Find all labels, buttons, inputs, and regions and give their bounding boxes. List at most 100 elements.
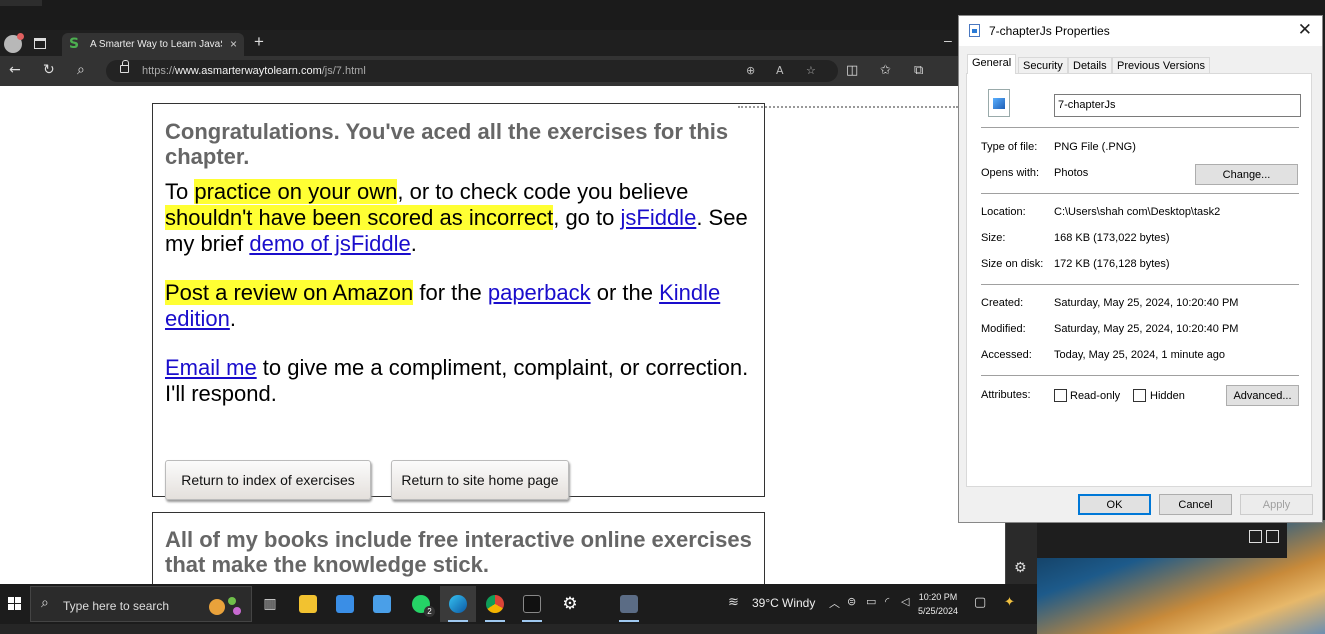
ok-button[interactable]: OK [1078, 494, 1151, 515]
site-favicon-icon: S [69, 36, 80, 52]
tab-details[interactable]: Details [1068, 57, 1112, 74]
dialog-titlebar[interactable]: 7-chapterJs Properties ✕ [959, 16, 1322, 46]
file-type-icon [969, 24, 980, 37]
divider [981, 127, 1299, 128]
location-value: C:\Users\shah com\Desktop\task2 [1054, 206, 1221, 218]
notification-icon[interactable]: ▢ [974, 595, 986, 610]
meet-now-icon[interactable]: ⊜ [847, 595, 856, 608]
copilot-icon[interactable]: ✦ [1004, 595, 1015, 610]
view-icons[interactable] [1249, 530, 1279, 548]
practice-paragraph: To practice on your own, or to check cod… [165, 179, 760, 257]
taskbar: ⌕ Type here to search ▥ 2 ⚙ ≋ 39°C Windy… [0, 584, 1037, 624]
task-view-icon[interactable]: ▥ [252, 586, 288, 622]
p2-text-a: for the [413, 280, 488, 305]
read-aloud-icon[interactable]: A [776, 64, 784, 77]
clock-date: 5/25/2024 [918, 606, 959, 616]
tab-bar: S A Smarter Way to Learn JavaScrip × + – [0, 30, 1037, 57]
collections-icon[interactable]: ⧉ [914, 63, 923, 78]
highlight-practice: practice on your own [194, 179, 398, 204]
chrome-icon[interactable] [477, 586, 513, 622]
edge-icon[interactable] [440, 586, 476, 622]
dialog-title: 7-chapterJs Properties [989, 24, 1110, 38]
jsfiddle-demo-link[interactable]: demo of jsFiddle [249, 231, 410, 256]
taskbar-search[interactable]: ⌕ Type here to search [30, 586, 252, 622]
email-link[interactable]: Email me [165, 355, 257, 380]
terminal-icon[interactable] [514, 586, 550, 622]
type-value: PNG File (.PNG) [1054, 141, 1136, 153]
search-icon[interactable]: ⌕ [77, 62, 85, 78]
url-scheme: https:// [142, 65, 176, 77]
p1-text-b: , or to check code you believe [397, 179, 689, 204]
settings-icon[interactable]: ⚙ [552, 586, 588, 622]
opens-label: Opens with: [981, 167, 1040, 179]
tab-general[interactable]: General [967, 54, 1017, 74]
modified-label: Modified: [981, 323, 1026, 335]
split-screen-icon[interactable]: ◫ [846, 63, 858, 78]
paperback-link[interactable]: paperback [488, 280, 591, 305]
congrats-heading: Congratulations. You've aced all the exe… [165, 119, 729, 169]
browser-toolbar: ← ↻ ⌕ https://www.asmarterwaytolearn.com… [0, 56, 1037, 86]
network-icon[interactable]: ◜ [885, 595, 889, 608]
whatsapp-icon[interactable]: 2 [403, 586, 439, 622]
modified-value: Saturday, May 25, 2024, 10:20:40 PM [1054, 323, 1239, 335]
weather-icon[interactable]: ≋ [728, 595, 739, 610]
zoom-icon[interactable]: ⊕ [746, 64, 755, 77]
clock[interactable]: 10:20 PM 5/25/2024 [918, 590, 958, 618]
file-explorer-icon[interactable] [290, 586, 326, 622]
dialog-close-icon[interactable]: ✕ [1298, 20, 1312, 40]
location-label: Location: [981, 206, 1026, 218]
refresh-icon[interactable]: ↻ [43, 62, 55, 78]
tab-security[interactable]: Security [1018, 57, 1068, 74]
hidden-checkbox[interactable] [1133, 389, 1146, 402]
jsfiddle-link[interactable]: jsFiddle [621, 205, 697, 230]
disk-value: 172 KB (176,128 bytes) [1054, 258, 1170, 270]
volume-icon[interactable]: ◁ [901, 595, 909, 608]
clock-time: 10:20 PM [918, 592, 958, 602]
change-button[interactable]: Change... [1195, 164, 1298, 185]
weather-temp[interactable]: 39°C [752, 596, 779, 610]
tab-previous-versions[interactable]: Previous Versions [1112, 57, 1211, 74]
browser-tab[interactable]: S A Smarter Way to Learn JavaScrip × [62, 33, 244, 57]
books-text: All of my books include free interactive… [165, 527, 752, 577]
attributes-label: Attributes: [981, 389, 1031, 401]
review-paragraph: Post a review on Amazon for the paperbac… [165, 280, 760, 332]
start-windows-icon[interactable] [8, 597, 21, 610]
mail-icon[interactable] [364, 586, 400, 622]
top-strip-block [0, 0, 42, 6]
dotted-divider [738, 106, 958, 108]
apply-button[interactable]: Apply [1240, 494, 1313, 515]
weather-text[interactable]: Windy [782, 596, 815, 610]
minimize-button[interactable]: – [944, 32, 952, 48]
search-doodle-icon [209, 597, 241, 615]
tab-close-icon[interactable]: × [230, 37, 237, 51]
tab-title: A Smarter Way to Learn JavaScrip [90, 39, 222, 50]
address-bar[interactable]: https://www.asmarterwaytolearn.com/js/7.… [106, 60, 838, 82]
favorite-star-icon[interactable]: ☆ [806, 64, 816, 77]
lock-icon[interactable] [120, 60, 129, 73]
new-tab-button[interactable]: + [254, 32, 264, 52]
tab-actions-icon[interactable] [34, 38, 46, 49]
advanced-button[interactable]: Advanced... [1226, 385, 1299, 406]
p1-text-e: . [410, 231, 417, 256]
profile-avatar[interactable] [4, 33, 24, 53]
return-home-button[interactable]: Return to site home page [391, 460, 569, 500]
email-paragraph: Email me to give me a compliment, compla… [165, 355, 760, 407]
return-index-button[interactable]: Return to index of exercises [165, 460, 371, 500]
settings-gear-icon[interactable]: ⚙ [1014, 560, 1027, 576]
readonly-label: Read-only [1070, 390, 1121, 402]
bottom-strip [0, 624, 1037, 634]
calculator-icon[interactable] [611, 586, 647, 622]
cancel-button[interactable]: Cancel [1159, 494, 1232, 515]
books-box: All of my books include free interactive… [152, 512, 765, 584]
file-name-field[interactable]: 7-chapterJs [1054, 94, 1301, 117]
back-icon[interactable]: ← [9, 62, 21, 78]
url-host: www.asmarterwaytolearn.com [175, 65, 322, 77]
type-label: Type of file: [981, 141, 1038, 153]
show-hidden-icons-icon[interactable]: ︿ [829, 595, 840, 611]
p1-text-c: , go to [553, 205, 621, 230]
favorites-icon[interactable]: ✩ [880, 63, 891, 78]
url-text[interactable]: https://www.asmarterwaytolearn.com/js/7.… [142, 65, 366, 77]
readonly-checkbox[interactable] [1054, 389, 1067, 402]
battery-icon[interactable]: ▭ [866, 595, 876, 608]
microsoft-store-icon[interactable] [327, 586, 363, 622]
